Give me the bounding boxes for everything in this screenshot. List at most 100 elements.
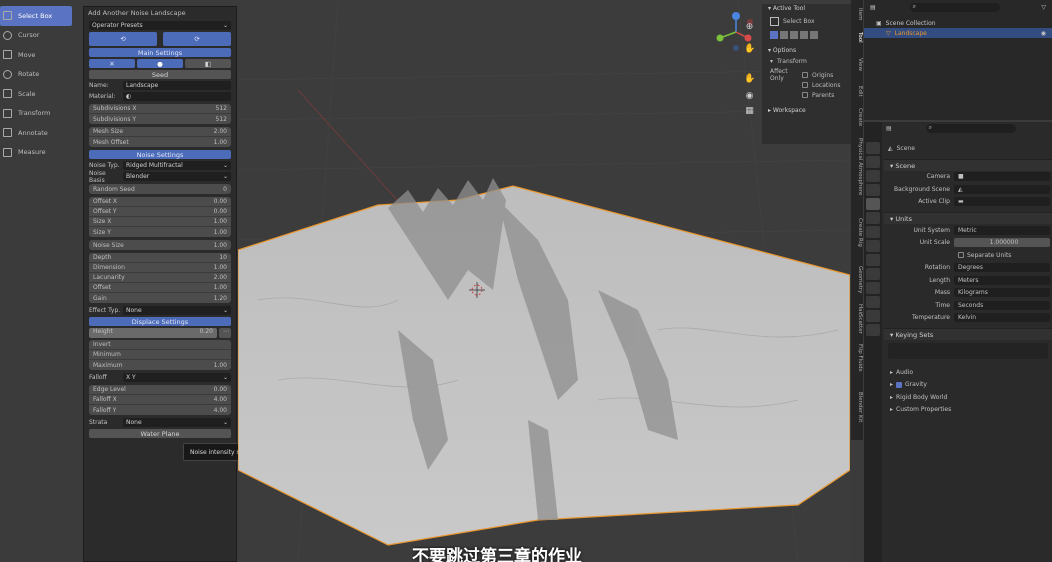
- shading-toggle[interactable]: ◧: [185, 59, 231, 68]
- invert-field[interactable]: Invert: [89, 340, 231, 350]
- material-field[interactable]: ◐: [123, 92, 231, 101]
- tool-select-box[interactable]: Select Box: [0, 6, 72, 26]
- constraints-tab-icon[interactable]: [866, 282, 880, 294]
- texture-tab-icon[interactable]: [866, 324, 880, 336]
- eye-icon[interactable]: ◉: [1041, 30, 1046, 37]
- physics-tab-icon[interactable]: [866, 268, 880, 280]
- active-tool-header[interactable]: ▾ Active Tool: [762, 4, 852, 14]
- time-dropdown[interactable]: Seconds: [954, 300, 1050, 310]
- strata-dropdown[interactable]: None ⌄: [123, 418, 231, 427]
- edge-level-field[interactable]: Edge Level 0.00: [89, 385, 231, 395]
- output-tab-icon[interactable]: [866, 170, 880, 182]
- falloff-x-field[interactable]: Falloff X 4.00: [89, 395, 231, 405]
- outliner-type-icon[interactable]: ▤: [870, 4, 876, 11]
- camera-view-icon[interactable]: ◉: [744, 91, 755, 102]
- camera-field[interactable]: ■: [954, 172, 1050, 182]
- view-layer-tab-icon[interactable]: [866, 184, 880, 196]
- background-scene-field[interactable]: ◭: [954, 184, 1050, 194]
- maximum-field[interactable]: Maximum 1.00: [89, 360, 231, 370]
- rotation-dropdown[interactable]: Degrees: [954, 263, 1050, 273]
- zoom-icon[interactable]: ⊕: [744, 22, 755, 33]
- transform-subheader[interactable]: ▾ Transform: [762, 56, 852, 66]
- noise-size-field[interactable]: Noise Size 1.00: [89, 240, 231, 250]
- noise-type-dropdown[interactable]: Ridged Multifractal ⌄: [123, 161, 231, 170]
- random-seed-field[interactable]: Random Seed 0: [89, 184, 231, 194]
- tab-create[interactable]: Create: [851, 108, 863, 126]
- tab-flip-fluids[interactable]: Flip Fluids: [851, 344, 863, 372]
- filter-icon[interactable]: ▽: [1041, 4, 1046, 11]
- falloff-dropdown[interactable]: X Y ⌄: [123, 373, 231, 382]
- seed-button[interactable]: Seed: [89, 70, 231, 79]
- tab-item[interactable]: Item: [851, 8, 863, 21]
- custom-properties-header[interactable]: ▸ Custom Properties: [884, 404, 1052, 417]
- main-settings-toggle[interactable]: Main Settings: [89, 48, 231, 57]
- modifier-tab-icon[interactable]: [866, 240, 880, 252]
- operator-presets-dropdown[interactable]: Operator Presets ⌄: [89, 21, 231, 30]
- 3d-viewport[interactable]: [238, 0, 850, 562]
- unit-system-dropdown[interactable]: Metric: [954, 225, 1050, 235]
- tab-scatter[interactable]: Scatter: [851, 314, 863, 334]
- tool-scale[interactable]: Scale: [0, 84, 74, 104]
- keying-sets-header[interactable]: ▾ Keying Sets: [884, 328, 1052, 340]
- smooth-toggle[interactable]: ●: [137, 59, 183, 68]
- depth-field[interactable]: Depth 10: [89, 253, 231, 263]
- world-tab-icon[interactable]: [866, 212, 880, 224]
- rigid-body-world-header[interactable]: ▸ Rigid Body World: [884, 391, 1052, 404]
- active-clip-field[interactable]: ▬: [954, 197, 1050, 207]
- tab-create-rig[interactable]: Create Rig: [851, 218, 863, 247]
- tool-measure[interactable]: Measure: [0, 143, 74, 163]
- mode-intersect-icon[interactable]: [810, 31, 818, 39]
- scene-tab-icon[interactable]: [866, 198, 880, 210]
- length-dropdown[interactable]: Meters: [954, 275, 1050, 285]
- data-tab-icon[interactable]: [866, 296, 880, 308]
- landscape-object-row[interactable]: ▽ Landscape ◉: [864, 28, 1052, 38]
- mode-invert-icon[interactable]: [800, 31, 808, 39]
- tool-move[interactable]: Move: [0, 45, 74, 65]
- offset-field[interactable]: Offset 1.00: [89, 283, 231, 293]
- scene-section-header[interactable]: ▾ Scene: [884, 158, 1052, 171]
- mesh-offset-field[interactable]: Mesh Offset 1.00: [89, 137, 231, 147]
- parents-checkbox[interactable]: Parents: [762, 90, 852, 100]
- properties-search-input[interactable]: ⌕: [925, 123, 1016, 133]
- falloff-y-field[interactable]: Falloff Y 4.00: [89, 405, 231, 415]
- temperature-dropdown[interactable]: Kelvin: [954, 313, 1050, 323]
- displace-settings-toggle[interactable]: Displace Settings: [89, 317, 231, 326]
- display-toggle[interactable]: ✕: [89, 59, 135, 68]
- dimension-field[interactable]: Dimension 1.00: [89, 263, 231, 273]
- separate-units-checkbox[interactable]: Separate Units: [884, 249, 1052, 262]
- render-tab-icon[interactable]: [866, 156, 880, 168]
- mode-extend-icon[interactable]: [780, 31, 788, 39]
- height-field[interactable]: Height 0.20: [89, 327, 217, 338]
- object-tab-icon[interactable]: [866, 226, 880, 238]
- units-section-header[interactable]: ▾ Units: [884, 212, 1052, 224]
- options-header[interactable]: ▾ Options: [762, 46, 852, 56]
- tool-rotate[interactable]: Rotate: [0, 65, 74, 85]
- hand-icon[interactable]: ✋: [744, 74, 755, 85]
- particles-tab-icon[interactable]: [866, 254, 880, 266]
- gravity-header[interactable]: ▸ Gravity: [884, 379, 1052, 392]
- origins-checkbox[interactable]: Affect Only Origins: [762, 68, 852, 82]
- select-box-tool-row[interactable]: Select Box: [762, 14, 852, 28]
- workspace-header[interactable]: ▸ Workspace: [762, 106, 852, 116]
- offset-y-field[interactable]: Offset Y 0.00: [89, 207, 231, 217]
- material-tab-icon[interactable]: [866, 310, 880, 322]
- name-input[interactable]: Landscape: [123, 81, 231, 90]
- tab-tool[interactable]: Tool: [851, 32, 863, 43]
- editor-type-icon[interactable]: ▤: [884, 125, 892, 132]
- refresh-button[interactable]: ⟳: [163, 32, 231, 46]
- water-plane-toggle[interactable]: Water Plane: [89, 429, 231, 438]
- size-y-field[interactable]: Size Y 1.00: [89, 227, 231, 237]
- search-input[interactable]: ⌕: [909, 2, 1000, 12]
- noise-basis-dropdown[interactable]: Blender ⌄: [123, 172, 231, 181]
- tool-cursor[interactable]: Cursor: [0, 26, 74, 46]
- tab-view[interactable]: View: [851, 58, 863, 71]
- perspective-grid-icon[interactable]: ▦: [744, 106, 755, 117]
- mode-subtract-icon[interactable]: [790, 31, 798, 39]
- mesh-size-field[interactable]: Mesh Size 2.00: [89, 127, 231, 137]
- subdivisions-y-field[interactable]: Subdivisions Y 512: [89, 114, 231, 124]
- tool-annotate[interactable]: Annotate: [0, 123, 74, 143]
- tab-geometry[interactable]: Geometry: [851, 266, 863, 293]
- tab-blender-kit[interactable]: Blender Kit: [851, 392, 863, 422]
- mode-new-icon[interactable]: [770, 31, 778, 39]
- audio-header[interactable]: ▸ Audio: [884, 366, 1052, 379]
